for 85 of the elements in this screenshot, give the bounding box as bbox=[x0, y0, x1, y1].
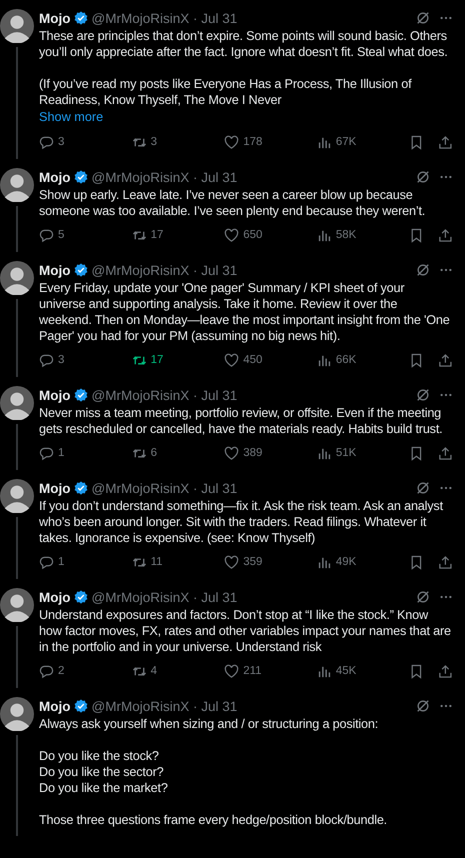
handle-and-date: @MrMojoRisinX · Jul 31 bbox=[92, 262, 238, 278]
share-icon[interactable] bbox=[438, 134, 453, 150]
handle-and-date: @MrMojoRisinX · Jul 31 bbox=[92, 10, 238, 26]
avatar[interactable] bbox=[0, 261, 34, 295]
heart-icon[interactable] bbox=[224, 664, 240, 678]
view-count: 58K bbox=[336, 229, 356, 241]
heart-icon[interactable] bbox=[224, 134, 240, 150]
view-count: 66K bbox=[336, 354, 356, 366]
share-icon[interactable] bbox=[438, 228, 453, 242]
reply-icon[interactable] bbox=[39, 446, 54, 460]
like-count: 178 bbox=[243, 136, 262, 148]
reply-count: 1 bbox=[58, 556, 64, 568]
post-text: Show up early. Leave late. I’ve never seen a career blow up because someone was too available. I’ve seen plenty end because they weren’t. bbox=[39, 187, 426, 219]
author-name[interactable]: Mojo bbox=[39, 262, 70, 278]
slashed-circle-icon[interactable] bbox=[416, 263, 430, 277]
like-count: 359 bbox=[243, 556, 262, 568]
verified-badge-icon bbox=[74, 170, 88, 184]
verified-badge-icon bbox=[74, 11, 88, 25]
handle-and-date: @MrMojoRisinX · Jul 31 bbox=[92, 170, 238, 184]
avatar[interactable] bbox=[0, 697, 34, 731]
reply-icon[interactable] bbox=[39, 664, 54, 678]
like-count: 211 bbox=[243, 665, 262, 677]
slashed-circle-icon[interactable] bbox=[416, 11, 430, 25]
heart-icon[interactable] bbox=[224, 446, 240, 460]
like-count: 450 bbox=[243, 354, 262, 366]
reply-count: 1 bbox=[58, 447, 64, 459]
repost-count: 6 bbox=[150, 447, 158, 459]
post-text: Every Friday, update your 'One pager' Summary / KPI sheet of your universe and supporting analysis. Take it home. Review it over the weekend. Then on Monday—leave the most important insight from the 'One Pager' you had for your PM (assuming no big news hit). bbox=[39, 280, 451, 344]
author-name[interactable]: Mojo bbox=[39, 10, 70, 26]
slashed-circle-icon[interactable] bbox=[416, 699, 430, 713]
avatar[interactable] bbox=[0, 386, 34, 420]
repost-count: 17 bbox=[150, 354, 164, 366]
reply-count: 5 bbox=[58, 229, 64, 241]
repost-count: 4 bbox=[150, 665, 158, 677]
reply-icon[interactable] bbox=[39, 134, 54, 150]
view-count: 45K bbox=[336, 665, 356, 677]
verified-badge-icon bbox=[74, 481, 88, 495]
avatar[interactable] bbox=[0, 9, 34, 43]
reply-count: 3 bbox=[58, 354, 64, 366]
reply-count: 3 bbox=[58, 136, 64, 148]
heart-icon[interactable] bbox=[224, 352, 240, 368]
share-icon[interactable] bbox=[438, 352, 453, 368]
reply-icon[interactable] bbox=[39, 554, 54, 570]
author-name[interactable]: Mojo bbox=[39, 388, 70, 402]
verified-badge-icon bbox=[74, 388, 88, 402]
avatar[interactable] bbox=[0, 479, 34, 513]
handle-and-date: @MrMojoRisinX · Jul 31 bbox=[92, 480, 238, 496]
verified-badge-icon bbox=[74, 263, 88, 277]
repost-count: 3 bbox=[150, 136, 158, 148]
post-text: These are principles that don’t expire. Some points will sound basic. Others you’ll only appreciate after the fact. Ignore what doesn’t fit. Steal what does. (If you’ve read my posts like Everyone Has a Process, The Illusion of Readiness, Know Thyself, The Move I Never bbox=[39, 28, 449, 108]
verified-badge-icon bbox=[74, 699, 88, 713]
reply-icon[interactable] bbox=[39, 228, 54, 242]
view-count: 67K bbox=[336, 136, 356, 148]
avatar[interactable] bbox=[0, 168, 34, 202]
author-name[interactable]: Mojo bbox=[39, 590, 70, 604]
post-text: Never miss a team meeting, portfolio review, or offsite. Even if the meeting gets rescheduled or cancelled, have the materials ready. Habits build trust. bbox=[39, 405, 444, 437]
post-text: Understand exposures and factors. Don’t stop at “I like the stock.” Know how factor moves, FX, rates and other variables impact your names that are in the portfolio and in your universe. Understand risk bbox=[39, 607, 452, 655]
show-more-link[interactable]: Show more bbox=[39, 109, 104, 125]
heart-icon[interactable] bbox=[224, 554, 240, 570]
share-icon[interactable] bbox=[438, 446, 453, 460]
handle-and-date: @MrMojoRisinX · Jul 31 bbox=[92, 698, 238, 714]
slashed-circle-icon[interactable] bbox=[416, 481, 430, 495]
like-count: 389 bbox=[243, 447, 262, 459]
share-icon[interactable] bbox=[438, 554, 453, 570]
like-count: 650 bbox=[243, 229, 262, 241]
slashed-circle-icon[interactable] bbox=[416, 388, 430, 402]
slashed-circle-icon[interactable] bbox=[416, 590, 430, 604]
verified-badge-icon bbox=[74, 590, 88, 604]
author-name[interactable]: Mojo bbox=[39, 698, 70, 714]
reply-icon[interactable] bbox=[39, 352, 54, 368]
heart-icon[interactable] bbox=[224, 228, 240, 242]
author-name[interactable]: Mojo bbox=[39, 480, 70, 496]
share-icon[interactable] bbox=[438, 664, 453, 678]
repost-count: 17 bbox=[150, 229, 164, 241]
post-text: Always ask yourself when sizing and / or structuring a position: Do you like the stock? Do you like the sector? Do you like the market? Those three questions frame every hedge/position block/bundle. bbox=[39, 716, 388, 828]
repost-count: 11 bbox=[150, 556, 163, 568]
view-count: 49K bbox=[336, 556, 356, 568]
slashed-circle-icon[interactable] bbox=[416, 170, 430, 184]
view-count: 51K bbox=[336, 447, 356, 459]
handle-and-date: @MrMojoRisinX · Jul 31 bbox=[92, 388, 238, 402]
author-name[interactable]: Mojo bbox=[39, 170, 70, 184]
reply-count: 2 bbox=[58, 665, 64, 677]
handle-and-date: @MrMojoRisinX · Jul 31 bbox=[92, 590, 238, 604]
avatar[interactable] bbox=[0, 588, 34, 622]
post-text: If you don’t understand something—fix it. Ask the risk team. Ask an analyst who’s been around longer. Sit with the traders. Read filings. Whatever it takes. Ignorance is expensive. (see: Know Thyself) bbox=[39, 498, 444, 546]
